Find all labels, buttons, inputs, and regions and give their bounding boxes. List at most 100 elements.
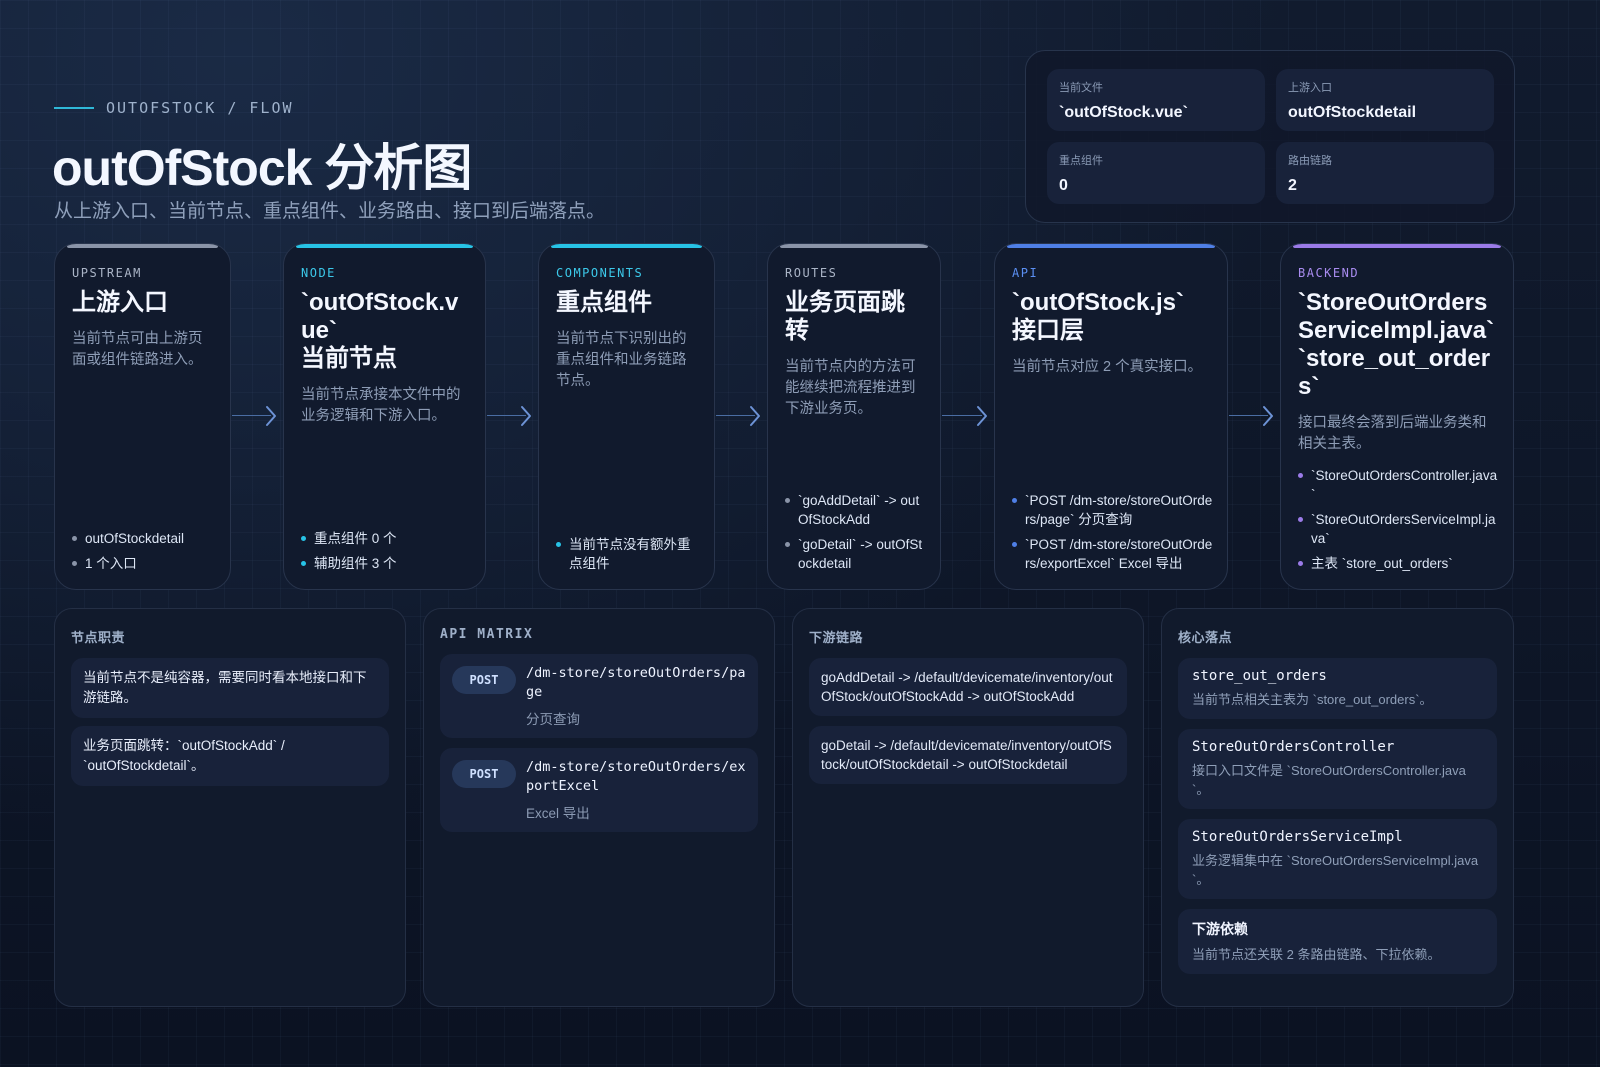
flow-card-node[interactable]: NODE `outOfStock.vue` 当前节点当前节点承接本文件中的业务逻辑和… [283, 243, 486, 590]
stat-value: 0 [1059, 177, 1068, 194]
stat-label: 当前文件 [1059, 82, 1103, 94]
flow-card-tag: ROUTES [785, 266, 838, 280]
downstream-panel: 下游链路 goAddDetail -> /default/devicemate/… [792, 608, 1144, 1007]
flow-card-backend[interactable]: BACKEND `StoreOutOrdersServiceImpl.java` `… [1280, 243, 1514, 590]
http-method-badge: POST [452, 666, 516, 694]
flow-card-bullet: 重点组件 0 个 [301, 529, 471, 548]
stat-current-file: 当前文件 `outOfStock.vue` [1047, 69, 1265, 131]
core-item-desc: 当前节点还关联 2 条路由链路、下拉依赖。 [1192, 947, 1441, 962]
flow-card-bullets: `StoreOutOrdersController.java` `StoreOut… [1298, 460, 1499, 573]
flow-card-title: `outOfStock.vue` 当前节点 [301, 289, 468, 373]
flow-card-desc: 当前节点内的方法可能继续把流程推进到下游业务页。 [785, 359, 916, 417]
core-item-name: store_out_orders [1192, 668, 1327, 684]
page-subtitle: 从上游入口、当前节点、重点组件、业务路由、接口到后端落点。 [54, 201, 606, 222]
core-item: StoreOutOrdersController 接口入口文件是 `StoreO… [1178, 729, 1497, 809]
flow-card-tag: BACKEND [1298, 266, 1360, 280]
api-path: /dm-store/storeOutOrders/page [526, 665, 746, 700]
flow-card-bullet: `goDetail` -> outOfStockdetail [785, 535, 926, 573]
core-item: 下游依赖 当前节点还关联 2 条路由链路、下拉依赖。 [1178, 909, 1497, 974]
flow-card-desc: 当前节点下识别出的重点组件和业务链路节点。 [556, 331, 687, 389]
core-item: StoreOutOrdersServiceImpl 业务逻辑集中在 `Store… [1178, 819, 1497, 899]
flow-card-bullets: outOfStockdetail 1 个入口 [72, 523, 216, 573]
stat-key-components: 重点组件 0 [1047, 142, 1265, 204]
flow-card-title-line: 重点组件 [556, 289, 652, 316]
core-item: store_out_orders 当前节点相关主表为 `store_out_or… [1178, 658, 1497, 719]
stat-route-chains: 路由链路 2 [1276, 142, 1494, 204]
flow-card-title: 重点组件 [556, 289, 697, 317]
flow-card-bullet: 当前节点没有额外重点组件 [556, 535, 700, 573]
panel-title: 核心落点 [1178, 630, 1233, 645]
flow-card-bullet: `goAddDetail` -> outOfStockAdd [785, 491, 926, 529]
api-matrix-panel: API MATRIX POST /dm-store/storeOutOrders… [423, 608, 775, 1007]
flow-arrow-icon [232, 405, 277, 427]
core-item-name: StoreOutOrdersController [1192, 739, 1395, 755]
flow-arrow-icon [487, 405, 532, 427]
flow-card-title-line: 上游入口 [72, 289, 168, 316]
flow-card-tag: COMPONENTS [556, 266, 644, 280]
stat-value: 2 [1288, 177, 1297, 194]
core-item-desc: 当前节点相关主表为 `store_out_orders`。 [1192, 692, 1433, 707]
core-item-desc: 业务逻辑集中在 `StoreOutOrdersServiceImpl.java`… [1192, 853, 1479, 887]
flow-card-bullet: 主表 `store_out_orders` [1298, 554, 1499, 573]
panel-title: 下游链路 [809, 630, 864, 645]
api-row[interactable]: POST /dm-store/storeOutOrders/exportExce… [440, 748, 758, 832]
flow-arrow-icon [942, 405, 988, 427]
flow-card-title: `StoreOutOrdersServiceImpl.java` `store_o… [1298, 289, 1496, 401]
panel-title: API MATRIX [440, 627, 534, 642]
eyebrow-accent-line [54, 107, 94, 109]
core-item-desc: 接口入口文件是 `StoreOutOrdersController.java`。 [1192, 763, 1466, 797]
flow-card-bullets: 当前节点没有额外重点组件 [556, 529, 700, 573]
core-item-name: StoreOutOrdersServiceImpl [1192, 829, 1403, 845]
responsibility-panel: 节点职责 当前节点不是纯容器，需要同时看本地接口和下游链路。 业务页面跳转：`o… [54, 608, 406, 1007]
eyebrow-text: OUTOFSTOCK / FLOW [106, 99, 294, 117]
flow-card-tag: NODE [301, 266, 336, 280]
flow-card-title-line: `store_out_orders` [1298, 345, 1491, 400]
panel-title: 节点职责 [71, 630, 126, 645]
flow-card-bullet: 1 个入口 [72, 554, 216, 573]
flow-card-desc: 接口最终会落到后端业务类和相关主表。 [1298, 415, 1487, 452]
flow-card-bullet: `StoreOutOrdersController.java` [1298, 466, 1499, 504]
flow-card-upstream[interactable]: UPSTREAM 上游入口当前节点可由上游页面或组件链路进入。 outOfStock… [54, 243, 231, 590]
downstream-chain[interactable]: goDetail -> /default/devicemate/inventor… [809, 726, 1127, 784]
responsibility-note: 当前节点不是纯容器，需要同时看本地接口和下游链路。 [71, 658, 389, 718]
flow-card-bullets: `POST /dm-store/storeOutOrders/page` 分页查… [1012, 485, 1213, 573]
stat-upstream-entry: 上游入口 outOfStockdetail [1276, 69, 1494, 131]
flow-arrow-icon [1229, 405, 1274, 427]
stat-label: 路由链路 [1288, 155, 1332, 167]
flow-card-bullets: `goAddDetail` -> outOfStockAdd `goDetail`… [785, 485, 926, 573]
flow-card-title-line: `outOfStock.vue` [301, 289, 459, 344]
stat-label: 重点组件 [1059, 155, 1103, 167]
api-path: /dm-store/storeOutOrders/exportExcel [526, 759, 746, 794]
responsibility-note: 业务页面跳转：`outOfStockAdd` / `outOfStockdeta… [71, 726, 389, 786]
flow-card-routes[interactable]: ROUTES 业务页面跳转 当前节点内的方法可能继续把流程推进到下游业务页。 `goA… [767, 243, 941, 590]
flow-card-title-line: 当前节点 [301, 345, 397, 372]
api-row[interactable]: POST /dm-store/storeOutOrders/page 分页查询 [440, 654, 758, 738]
flow-card-tag: UPSTREAM [72, 266, 142, 280]
flow-card-title: `outOfStock.js` 接口层 [1012, 289, 1210, 345]
core-landing-panel: 核心落点 store_out_orders 当前节点相关主表为 `store_o… [1161, 608, 1514, 1007]
stat-value: `outOfStock.vue` [1059, 104, 1188, 121]
flow-card-api[interactable]: API `outOfStock.js` 接口层 当前节点对应 2 个真实接口。 `POS… [994, 243, 1228, 590]
flow-card-components[interactable]: COMPONENTS 重点组件当前节点下识别出的重点组件和业务链路节点。当前节点没… [538, 243, 715, 590]
flow-card-title: 业务页面跳转 [785, 289, 923, 345]
flow-card-bullet: `POST /dm-store/storeOutOrders/exportExc… [1012, 535, 1213, 573]
flow-card-title: 上游入口 [72, 289, 213, 317]
api-desc: 分页查询 [526, 712, 580, 727]
flow-card-desc: 当前节点承接本文件中的业务逻辑和下游入口。 [301, 387, 461, 424]
flow-card-title-line: `outOfStock.js` [1012, 289, 1184, 316]
flow-card-bullet: outOfStockdetail [72, 529, 216, 548]
flow-card-title-line: `StoreOutOrdersServiceImpl.java` [1298, 289, 1495, 344]
api-desc: Excel 导出 [526, 806, 590, 821]
flow-card-bullet: `POST /dm-store/storeOutOrders/page` 分页查… [1012, 491, 1213, 529]
flow-card-tag: API [1012, 266, 1039, 280]
flow-card-title-line: 接口层 [1012, 317, 1084, 344]
downstream-chain[interactable]: goAddDetail -> /default/devicemate/inven… [809, 658, 1127, 716]
flow-arrow-icon [716, 405, 761, 427]
flow-card-desc: 当前节点可由上游页面或组件链路进入。 [72, 331, 203, 368]
http-method-badge: POST [452, 760, 516, 788]
flow-card-title-line: 业务页面跳转 [785, 289, 905, 344]
stat-value: outOfStockdetail [1288, 104, 1417, 121]
stat-label: 上游入口 [1288, 82, 1332, 94]
eyebrow: OUTOFSTOCK / FLOW [54, 99, 294, 117]
flow-card-bullets: 重点组件 0 个辅助组件 3 个 [301, 523, 471, 573]
